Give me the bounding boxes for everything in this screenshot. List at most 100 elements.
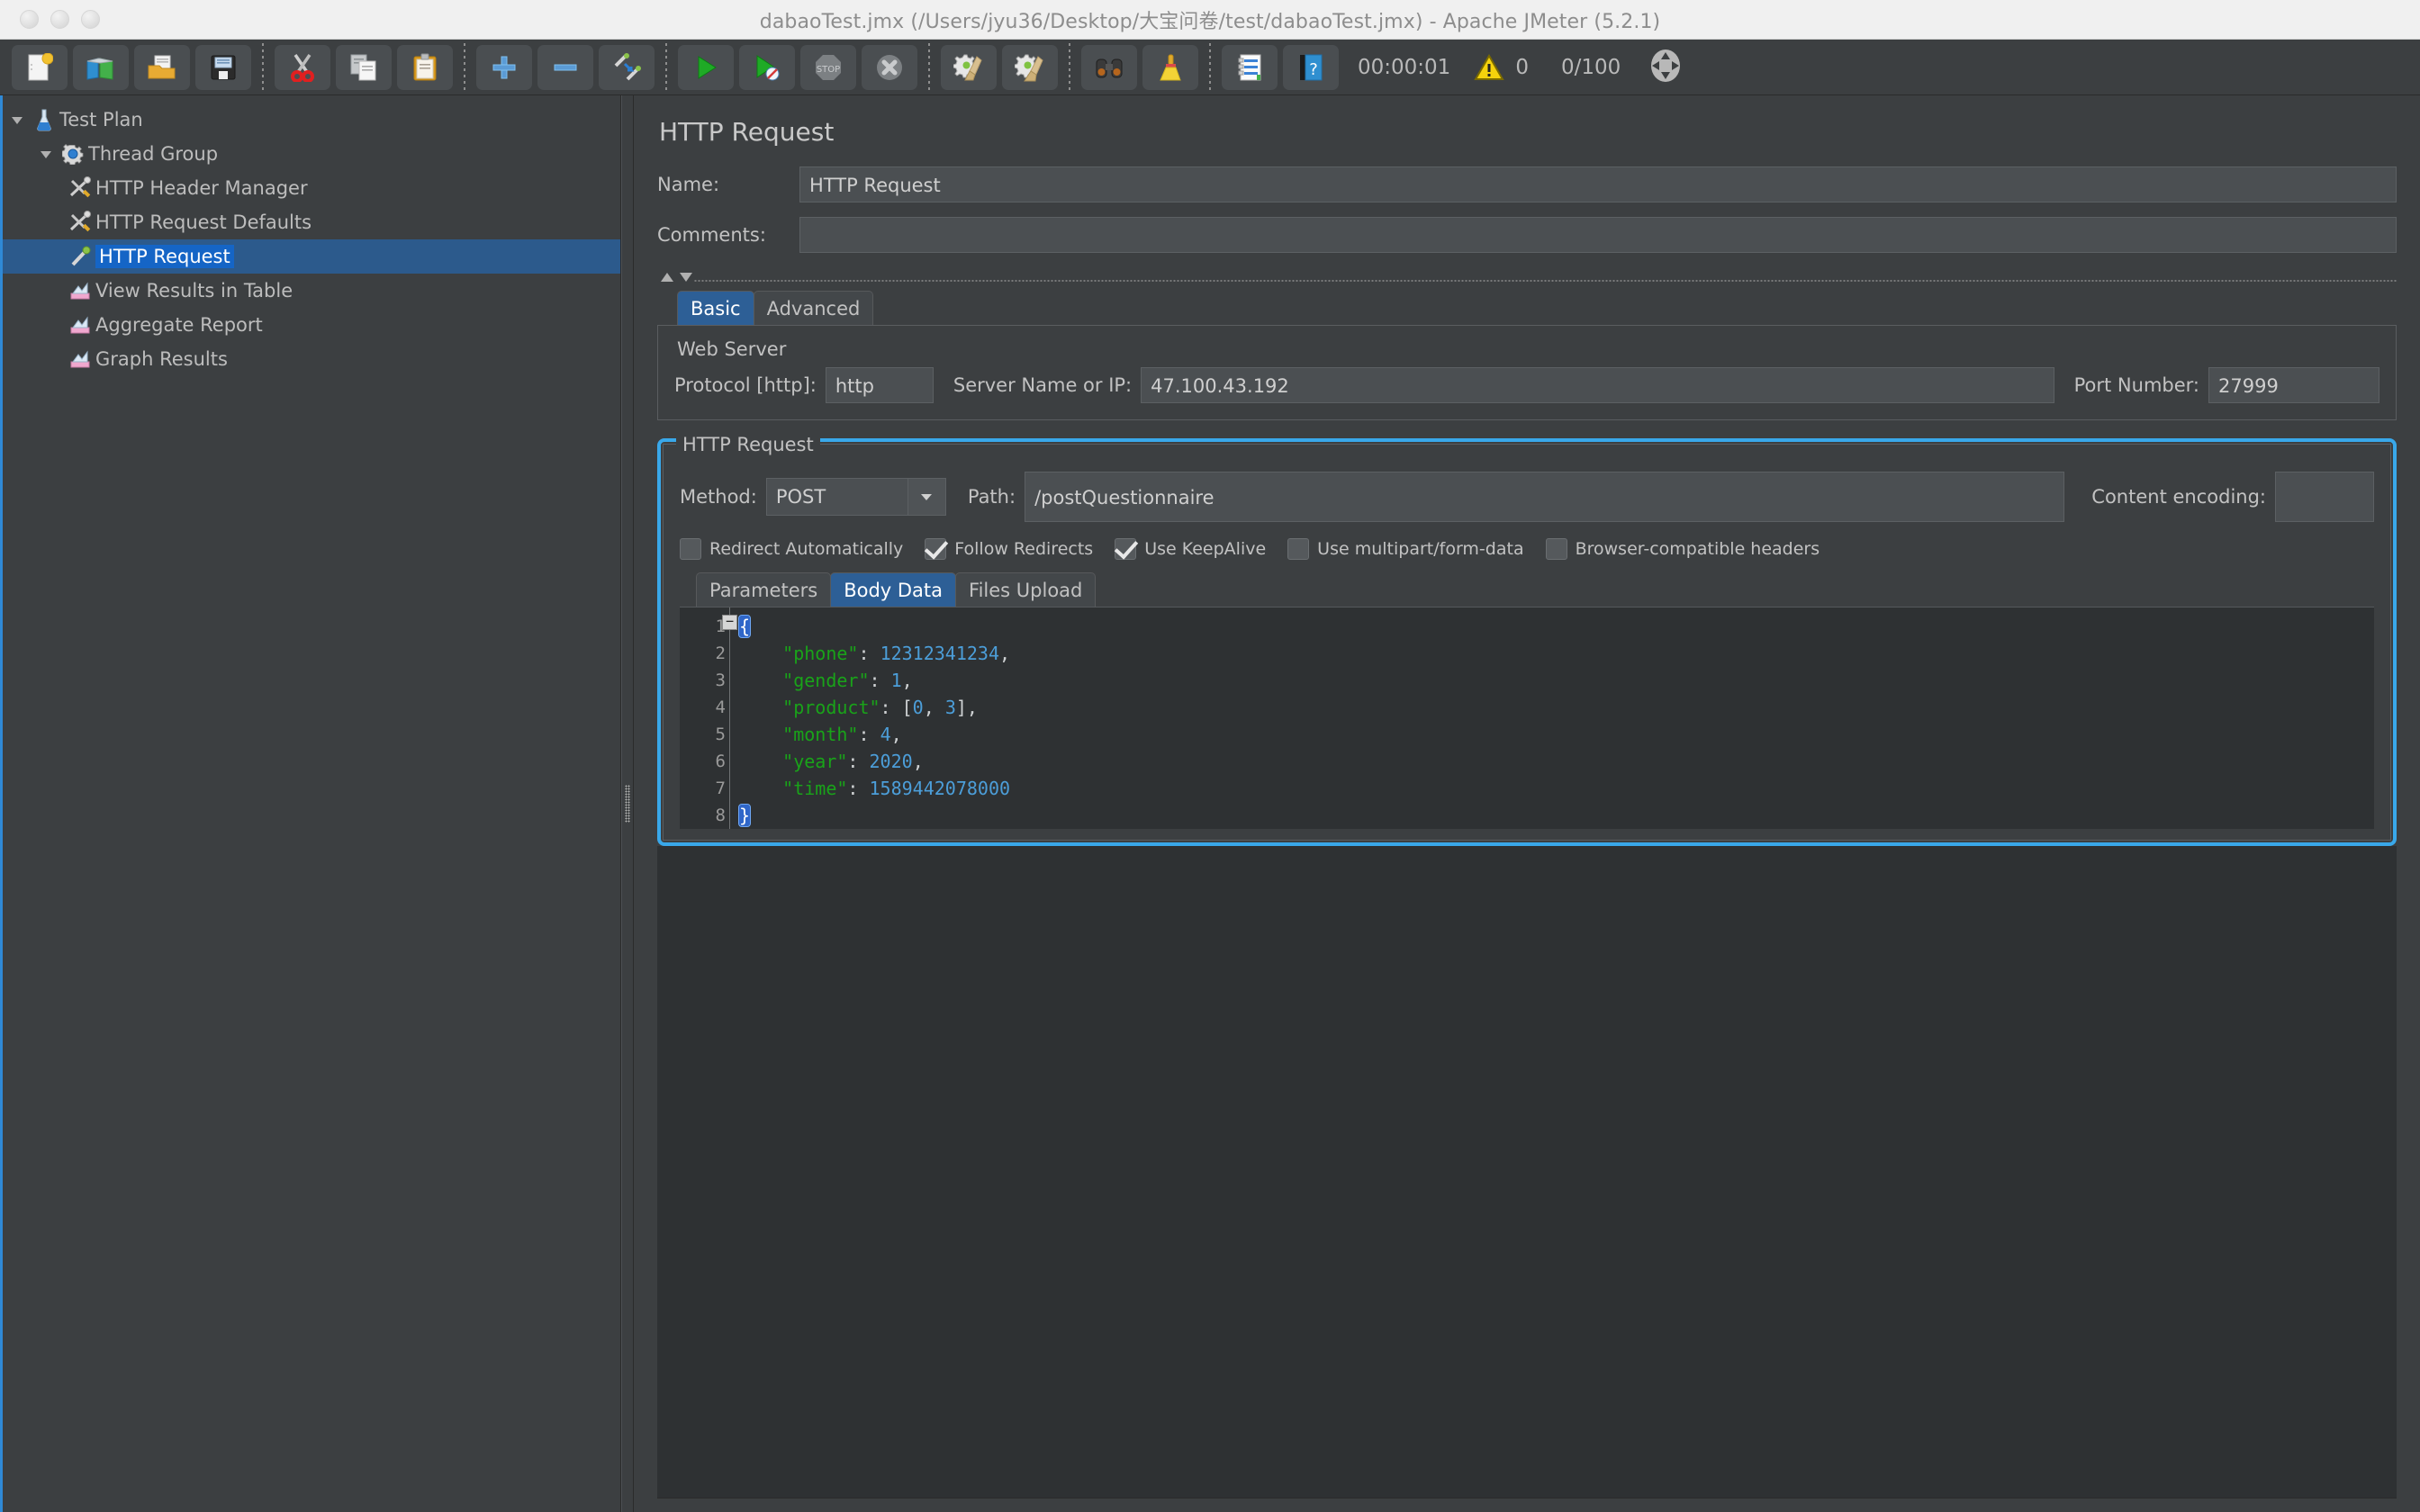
section-drag-handle[interactable] xyxy=(694,276,2397,285)
redirect-automatically-checkbox[interactable]: Redirect Automatically xyxy=(680,538,903,560)
tab-basic[interactable]: Basic xyxy=(677,291,754,325)
paste-button[interactable] xyxy=(397,44,453,90)
save-button[interactable] xyxy=(195,44,251,90)
chart-icon xyxy=(65,281,95,301)
toolbar-separator xyxy=(464,42,465,92)
tab-body-data[interactable]: Body Data xyxy=(830,572,957,607)
start-no-pauses-button[interactable] xyxy=(739,44,795,90)
code-fold-toggle-icon[interactable]: − xyxy=(722,615,737,630)
clear-all-button[interactable] xyxy=(1002,44,1058,90)
window-title: dabaoTest.jmx (/Users/jyu36/Desktop/大宝问卷… xyxy=(759,10,1661,33)
expand-toggle-icon[interactable] xyxy=(34,147,58,161)
checkbox-box[interactable] xyxy=(1115,538,1137,560)
plus-icon xyxy=(492,56,516,78)
browser-compatible-headers-checkbox[interactable]: Browser-compatible headers xyxy=(1545,538,1820,560)
open-button[interactable] xyxy=(134,44,190,90)
page-title: HTTP Request xyxy=(659,117,835,147)
toggle-pencils-icon xyxy=(614,52,641,80)
checkbox-label: Redirect Automatically xyxy=(709,539,904,559)
warning-indicator[interactable]: 0 xyxy=(1474,53,1529,81)
tree-node-http-request-defaults[interactable]: HTTP Request Defaults xyxy=(0,205,620,239)
minus-icon xyxy=(554,64,577,70)
tab-files-upload[interactable]: Files Upload xyxy=(955,572,1097,607)
binoculars-icon xyxy=(1096,58,1123,77)
start-button[interactable] xyxy=(678,44,734,90)
body-data-empty-space[interactable] xyxy=(657,846,2397,1498)
protocol-input[interactable]: http xyxy=(825,367,934,403)
name-input[interactable]: HTTP Request xyxy=(799,166,2397,202)
play-icon xyxy=(698,55,717,79)
splitter-grip[interactable] xyxy=(625,785,630,823)
new-button[interactable] xyxy=(12,44,68,90)
collapse-all-button[interactable] xyxy=(537,44,593,90)
body-data-code[interactable]: { "phone": 12312341234, "gender": 1, "pr… xyxy=(730,608,2374,829)
collapse-toggle[interactable] xyxy=(659,271,694,284)
path-input[interactable]: /postQuestionnaire xyxy=(1025,472,2065,522)
tree-node-test-plan[interactable]: Test Plan xyxy=(0,103,620,137)
chevron-down-icon xyxy=(680,273,692,282)
checkbox-label: Use multipart/form-data xyxy=(1317,539,1524,559)
stop-button[interactable]: STOP xyxy=(800,44,856,90)
line-number: 8 xyxy=(715,806,726,825)
tree-node-http-header-manager[interactable]: HTTP Header Manager xyxy=(0,171,620,205)
chevron-down-icon[interactable] xyxy=(907,479,945,515)
window-title-bar: dabaoTest.jmx (/Users/jyu36/Desktop/大宝问卷… xyxy=(0,0,2420,40)
function-helper-button[interactable] xyxy=(1222,44,1278,90)
open-folder-icon xyxy=(148,55,176,78)
expand-all-button[interactable] xyxy=(476,44,532,90)
help-button[interactable]: ? xyxy=(1283,44,1339,90)
reset-search-button[interactable] xyxy=(1142,44,1198,90)
body-data-editor[interactable]: 1 2 3 4 5 6 7 8 − { "phone": 12312341234… xyxy=(680,607,2374,829)
move-handle-icon xyxy=(1651,49,1681,82)
use-multipart-form-data-checkbox[interactable]: Use multipart/form-data xyxy=(1287,538,1524,560)
use-keepalive-checkbox[interactable]: Use KeepAlive xyxy=(1115,538,1266,560)
cut-button[interactable] xyxy=(275,44,330,90)
name-row: Name: HTTP Request xyxy=(657,166,2397,202)
collapse-bar xyxy=(657,267,2397,285)
shutdown-button[interactable] xyxy=(862,44,917,90)
tree-node-graph-results[interactable]: Graph Results xyxy=(0,342,620,376)
tree-node-aggregate-report[interactable]: Aggregate Report xyxy=(0,308,620,342)
checkbox-box[interactable] xyxy=(1287,538,1310,560)
tab-parameters[interactable]: Parameters xyxy=(696,572,832,607)
flask-icon xyxy=(29,108,59,131)
toggle-button[interactable] xyxy=(599,44,655,90)
code-line: "month": 4, xyxy=(782,724,902,745)
templates-icon xyxy=(86,57,113,80)
wrench-screwdriver-icon xyxy=(65,176,95,200)
toolbar-separator xyxy=(1069,42,1070,92)
comments-input[interactable] xyxy=(799,217,2397,253)
tree-node-http-request[interactable]: HTTP Request xyxy=(0,239,620,274)
basic-advanced-tabs[interactable]: Basic Advanced xyxy=(677,291,2397,325)
expand-toggle-icon[interactable] xyxy=(5,112,29,127)
editor-lower-area xyxy=(657,846,2397,1512)
test-plan-tree[interactable]: Test Plan Thread Group HTTP Header Manag… xyxy=(0,95,621,1512)
tab-advanced[interactable]: Advanced xyxy=(753,291,874,325)
content-encoding-input[interactable] xyxy=(2275,472,2374,522)
search-button[interactable] xyxy=(1081,44,1137,90)
line-number: 4 xyxy=(715,698,726,717)
method-select[interactable]: POST xyxy=(765,478,946,516)
port-number-input[interactable]: 27999 xyxy=(2208,367,2379,403)
tree-focus-edge xyxy=(0,95,3,1512)
request-body-tabs[interactable]: Parameters Body Data Files Upload xyxy=(696,572,2374,607)
warning-triangle-icon xyxy=(1474,53,1505,80)
checkbox-box[interactable] xyxy=(1545,538,1567,560)
templates-button[interactable] xyxy=(73,44,129,90)
tree-node-view-results-in-table[interactable]: View Results in Table xyxy=(0,274,620,308)
web-server-group-title: Web Server xyxy=(671,338,793,360)
follow-redirects-checkbox[interactable]: Follow Redirects xyxy=(925,538,1093,560)
code-line: "gender": 1, xyxy=(782,670,913,691)
panel-splitter[interactable] xyxy=(621,95,634,1512)
shutdown-icon xyxy=(877,54,902,80)
horizontal-scrollbar[interactable] xyxy=(657,1498,2397,1512)
copy-button[interactable] xyxy=(336,44,392,90)
name-label: Name: xyxy=(657,174,720,195)
tree-node-thread-group[interactable]: Thread Group xyxy=(0,137,620,171)
toolbar-drag-handle[interactable] xyxy=(1648,48,1684,87)
clear-button[interactable] xyxy=(941,44,997,90)
port-number-label: Port Number: xyxy=(2073,374,2199,396)
checkbox-box[interactable] xyxy=(680,538,701,560)
checkbox-box[interactable] xyxy=(925,538,947,560)
server-name-input[interactable]: 47.100.43.192 xyxy=(1141,367,2054,403)
